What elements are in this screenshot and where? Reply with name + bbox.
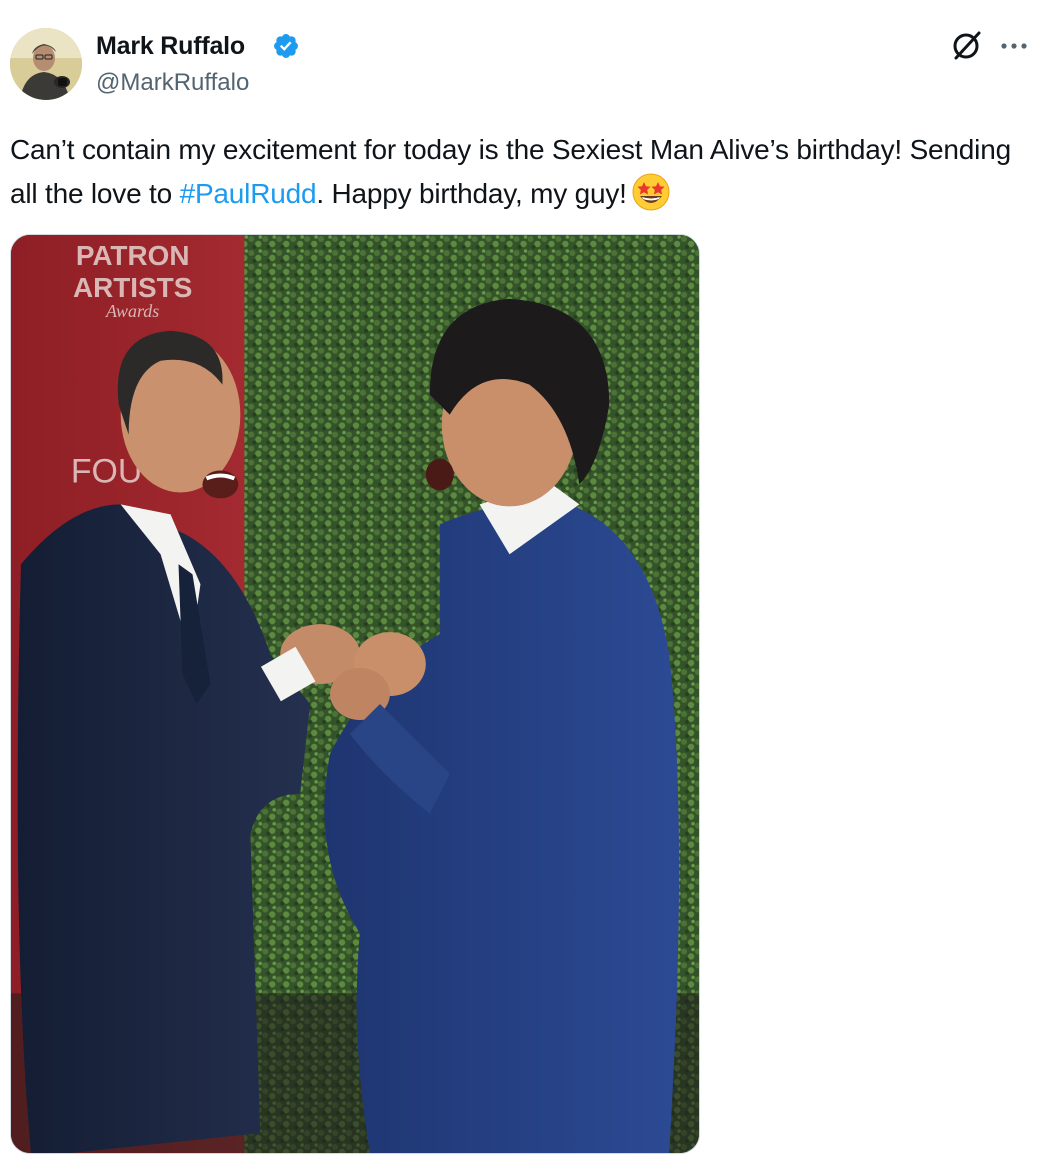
grok-icon	[950, 28, 984, 67]
more-icon	[999, 38, 1029, 56]
author-handle[interactable]: @MarkRuffalo	[96, 68, 249, 98]
tweet-photo[interactable]: PATRON ARTISTS Awards FOU	[10, 234, 700, 1154]
backdrop-sign-line1: PATRON	[76, 240, 190, 271]
author-name[interactable]: Mark Ruffalo	[96, 31, 245, 61]
grok-button[interactable]	[950, 30, 984, 64]
avatar[interactable]	[10, 28, 82, 100]
backdrop-sign-line2: ARTISTS	[73, 272, 192, 303]
tweet-card: Mark Ruffalo @MarkRuffalo Can’t contain …	[0, 0, 1044, 1172]
more-options-button[interactable]	[996, 30, 1032, 64]
hashtag-link[interactable]: #PaulRudd	[180, 178, 317, 209]
tweet-text: Can’t contain my excitement for today is…	[10, 128, 1030, 216]
tweet-text-after: . Happy birthday, my guy!	[316, 178, 627, 209]
verified-badge-icon	[272, 32, 300, 60]
star-struck-emoji-icon	[631, 172, 671, 212]
backdrop-sign-line3: Awards	[105, 301, 159, 321]
